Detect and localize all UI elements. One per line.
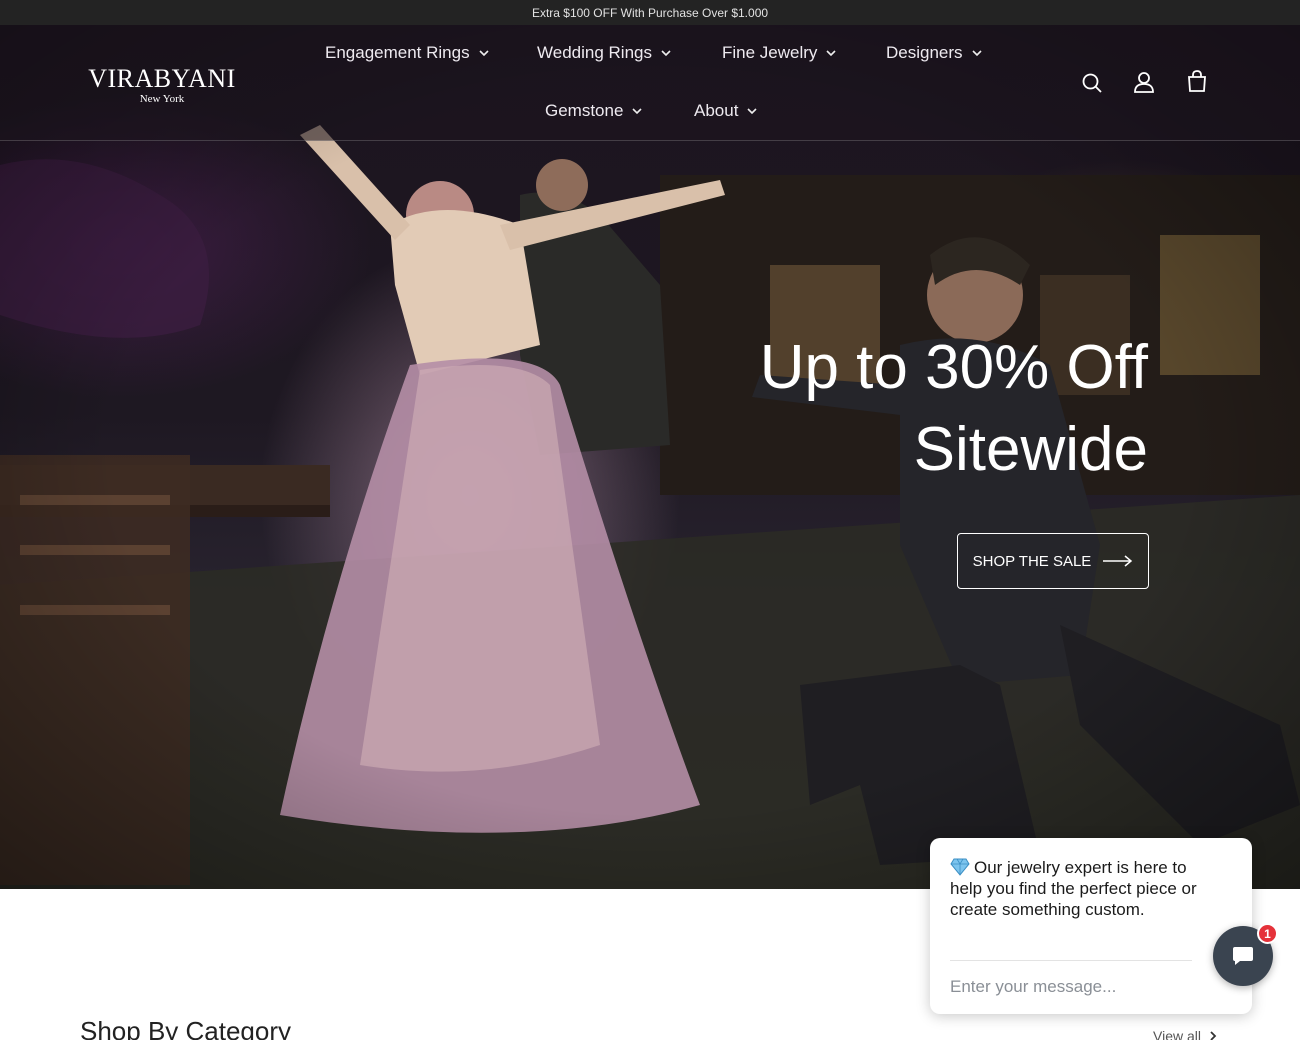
nav-item-gemstone[interactable]: Gemstone: [545, 101, 643, 121]
chat-popup: Our jewelry expert is here to help you f…: [930, 838, 1252, 1014]
search-icon[interactable]: [1081, 72, 1103, 94]
brand-location: New York: [139, 93, 185, 105]
account-icon[interactable]: [1133, 71, 1155, 93]
shop-the-sale-button[interactable]: SHOP THE SALE: [957, 533, 1149, 589]
nav-item-about[interactable]: About: [694, 101, 758, 121]
view-all-link[interactable]: View all: [1153, 1028, 1217, 1040]
hero-banner[interactable]: Up to 30% Off Sitewide SHOP THE SALE: [0, 25, 1300, 889]
chat-bubble-icon: [1233, 947, 1253, 965]
announcement-text: Extra $100 OFF With Purchase Over $1.000: [531, 5, 769, 20]
nav-item-engagement-rings[interactable]: Engagement Rings: [325, 43, 490, 63]
section-title-shop-by-category: Shop By Category: [80, 1016, 292, 1040]
nav-item-wedding-rings[interactable]: Wedding Rings: [537, 43, 672, 63]
chevron-down-icon: [479, 50, 489, 57]
view-all-label: View all: [1153, 1028, 1201, 1040]
chat-notification-badge: 1: [1257, 923, 1278, 944]
nav-item-label: Engagement Rings: [325, 43, 470, 62]
nav-item-fine-jewelry[interactable]: Fine Jewelry: [722, 43, 837, 63]
chat-divider: [950, 960, 1192, 961]
site-header: VIRABYANI New York Engagement Rings Wedd…: [0, 25, 1300, 141]
chevron-down-icon: [826, 50, 836, 57]
cart-icon[interactable]: [1186, 70, 1208, 92]
nav-item-label: Designers: [886, 43, 963, 62]
nav-item-label: Gemstone: [545, 101, 624, 120]
chat-message-input[interactable]: [950, 972, 1220, 1002]
nav-item-designers[interactable]: Designers: [886, 43, 983, 63]
chat-message-text: Our jewelry expert is here to help you f…: [950, 858, 1197, 919]
chat-message: Our jewelry expert is here to help you f…: [950, 857, 1198, 920]
hero-title-line1: Up to 30% Off: [759, 333, 1148, 402]
hero-title: Up to 30% Off Sitewide: [588, 327, 1148, 491]
brand-logo[interactable]: VIRABYANI New York: [84, 64, 240, 106]
brand-name: VIRABYANI: [88, 64, 236, 93]
nav-item-label: Wedding Rings: [537, 43, 652, 62]
chevron-right-icon: [1210, 1031, 1217, 1040]
shop-the-sale-label: SHOP THE SALE: [972, 552, 1092, 570]
hero-title-line2: Sitewide: [913, 415, 1148, 484]
arrow-right-icon: [1103, 555, 1133, 567]
nav-item-label: About: [694, 101, 739, 120]
announcement-bar: Extra $100 OFF With Purchase Over $1.000: [0, 0, 1300, 25]
nav-item-label: Fine Jewelry: [722, 43, 818, 62]
diamond-icon: [950, 858, 970, 876]
chevron-down-icon: [747, 108, 758, 115]
chevron-down-icon: [971, 50, 982, 57]
chevron-down-icon: [632, 108, 643, 115]
chevron-down-icon: [661, 50, 671, 57]
